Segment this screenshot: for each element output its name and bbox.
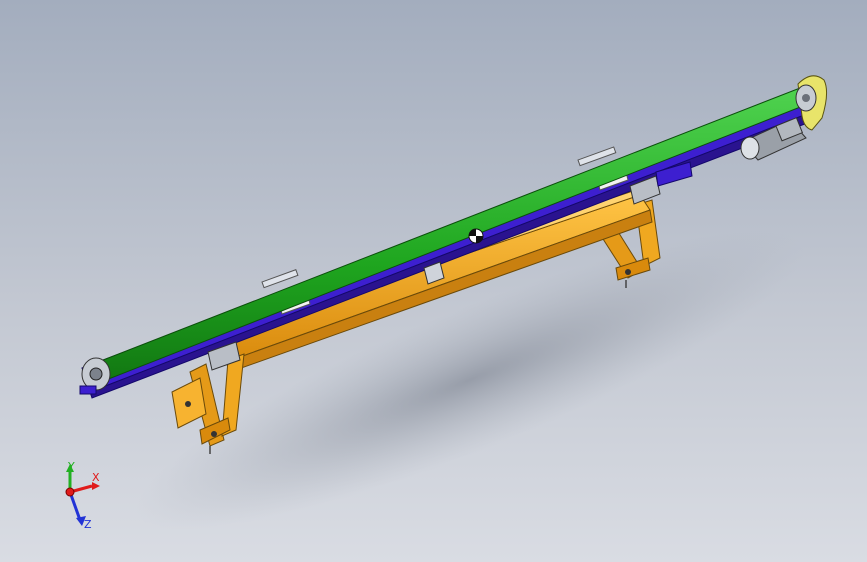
conveyor-model[interactable]: X Y Z (0, 0, 867, 562)
x-axis-label: X (92, 471, 100, 484)
axis-triad: X Y Z (65, 460, 100, 531)
y-axis-label: Y (67, 460, 75, 473)
graphics-viewport[interactable]: X Y Z (0, 0, 867, 562)
z-axis-label: Z (84, 518, 92, 531)
